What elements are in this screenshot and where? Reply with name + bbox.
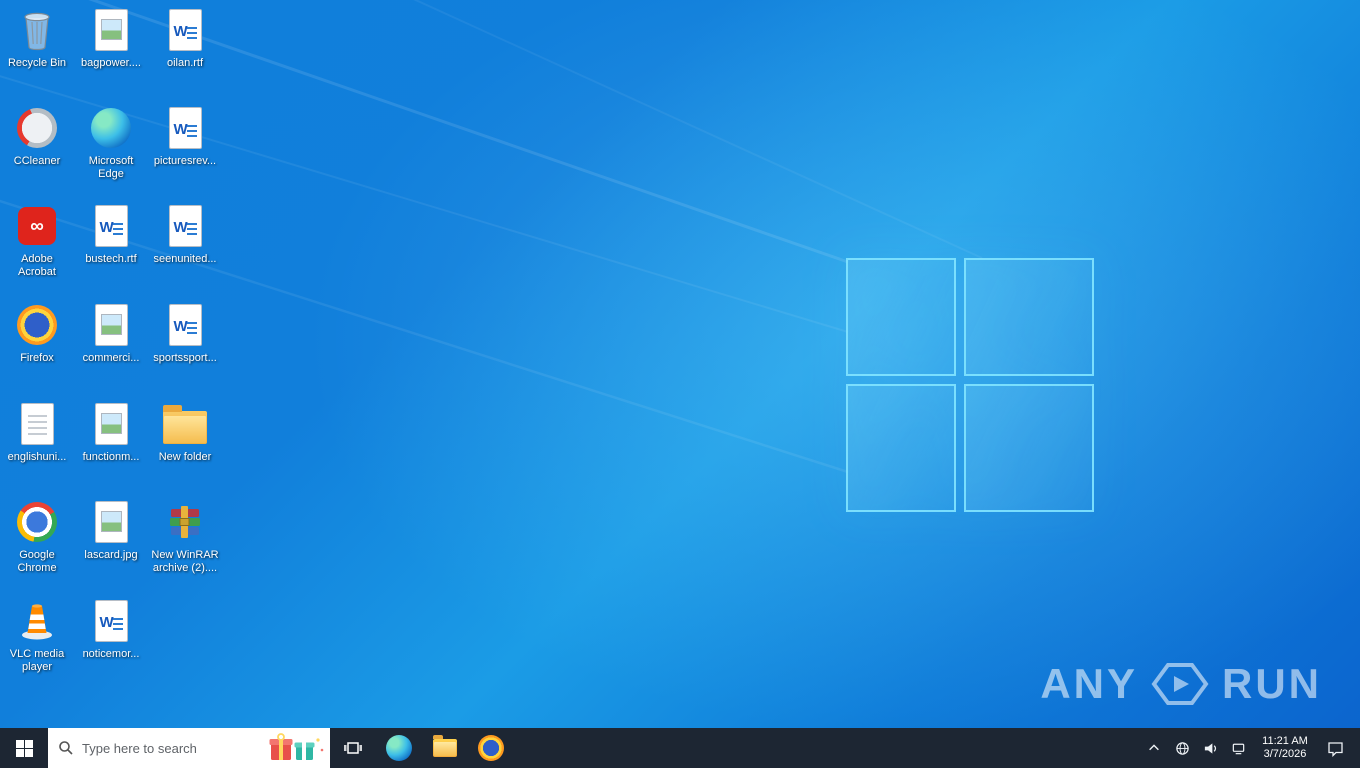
image-file-icon <box>94 400 128 448</box>
volume-icon[interactable] <box>1198 728 1222 768</box>
desktop-icon-acrobat[interactable]: Adobe Acrobat <box>1 202 73 279</box>
desktop-icon-winrar-archive[interactable]: New WinRAR archive (2).... <box>149 498 221 575</box>
image-file-icon <box>94 301 128 349</box>
vlc-icon <box>17 597 57 645</box>
desktop-icon-recycle-bin[interactable]: Recycle Bin <box>1 6 73 70</box>
ccleaner-icon <box>17 104 57 152</box>
desktop-icon-label: picturesrev... <box>153 155 217 167</box>
desktop-icon-new-folder[interactable]: New folder <box>149 400 221 464</box>
file-explorer-icon <box>433 735 457 757</box>
start-button[interactable] <box>0 728 48 768</box>
edge-icon <box>386 735 412 761</box>
desktop-icon-englishuni[interactable]: englishuni... <box>1 400 73 464</box>
word-file-icon: W <box>168 301 202 349</box>
desktop-icon-label: lascard.jpg <box>84 549 138 561</box>
desktop-icon-label: englishuni... <box>7 451 67 463</box>
desktop-icon-edge[interactable]: Microsoft Edge <box>75 104 147 181</box>
windows-logo-pane <box>846 384 956 512</box>
desktop-icon-seenunited[interactable]: W seenunited... <box>149 202 221 266</box>
desktop-icon-label: Google Chrome <box>17 549 57 574</box>
anyrun-watermark: ANY RUN <box>1040 660 1322 708</box>
system-tray: 11:21 AM 3/7/2026 <box>1142 728 1360 768</box>
desktop-icon-bustech[interactable]: W bustech.rtf <box>75 202 147 266</box>
desktop-icon-label: Firefox <box>20 352 54 364</box>
windows-logo-pane <box>964 258 1094 376</box>
desktop-icon-oilan[interactable]: W oilan.rtf <box>149 6 221 70</box>
desktop-wallpaper[interactable]: Recycle Bin bagpower.... W oilan.rtf CCl… <box>0 0 1360 768</box>
word-file-icon: W <box>168 6 202 54</box>
desktop-icon-label: commerci... <box>82 352 140 364</box>
search-icon <box>59 741 73 755</box>
taskbar-firefox-button[interactable] <box>468 728 514 768</box>
anyrun-play-logo-icon <box>1151 663 1209 705</box>
desktop-icon-noticemor[interactable]: W noticemor... <box>75 597 147 661</box>
windows-start-icon <box>15 739 33 757</box>
desktop-icon-chrome[interactable]: Google Chrome <box>1 498 73 575</box>
taskbar-clock[interactable]: 11:21 AM 3/7/2026 <box>1254 735 1316 761</box>
acrobat-icon <box>18 202 56 250</box>
desktop-icon-label: bustech.rtf <box>85 253 137 265</box>
desktop-icon-commerci[interactable]: commerci... <box>75 301 147 365</box>
firefox-icon <box>17 301 57 349</box>
desktop-icon-firefox[interactable]: Firefox <box>1 301 73 365</box>
windows-logo-pane <box>846 258 956 376</box>
desktop-icon-label: Recycle Bin <box>7 57 67 69</box>
chrome-icon <box>17 498 57 546</box>
hidden-icons-chevron[interactable] <box>1142 728 1166 768</box>
desktop-icon-label: CCleaner <box>13 155 61 167</box>
desktop-icon-label: functionm... <box>82 451 140 463</box>
word-file-icon: W <box>168 202 202 250</box>
desktop-icon-label: VLC media player <box>9 648 65 673</box>
taskbar-file-explorer-button[interactable] <box>422 728 468 768</box>
image-file-icon <box>94 498 128 546</box>
folder-icon <box>163 400 207 448</box>
desktop-icon-label: seenunited... <box>153 253 217 265</box>
desktop-icon-label: oilan.rtf <box>166 57 204 69</box>
task-view-icon <box>344 742 362 754</box>
image-file-icon <box>94 6 128 54</box>
task-view-button[interactable] <box>330 728 376 768</box>
desktop-icon-label: New WinRAR archive (2).... <box>151 549 219 574</box>
taskbar-edge-button[interactable] <box>376 728 422 768</box>
desktop-icon-label: New folder <box>158 451 212 463</box>
taskbar-search[interactable] <box>48 728 330 768</box>
recycle-bin-icon <box>20 6 54 54</box>
word-file-icon: W <box>168 104 202 152</box>
desktop-icon-ccleaner[interactable]: CCleaner <box>1 104 73 168</box>
desktop-icon-label: Microsoft Edge <box>88 155 134 180</box>
firefox-icon <box>478 735 504 761</box>
edge-icon <box>91 104 131 152</box>
anyrun-watermark-left: ANY <box>1040 660 1138 707</box>
globe-icon[interactable] <box>1170 728 1194 768</box>
desktop-icon-label: Adobe Acrobat <box>18 253 56 278</box>
clock-time: 11:21 AM <box>1262 735 1308 747</box>
search-highlights-gifts-icon[interactable] <box>268 731 330 765</box>
action-center-icon[interactable] <box>1320 728 1350 768</box>
network-icon[interactable] <box>1226 728 1250 768</box>
desktop-icon-vlc[interactable]: VLC media player <box>1 597 73 674</box>
clock-date: 3/7/2026 <box>1263 748 1307 760</box>
desktop-icon-label: sportssport... <box>153 352 217 364</box>
windows-logo <box>846 258 1094 512</box>
desktop-icon-picturesrev[interactable]: W picturesrev... <box>149 104 221 168</box>
desktop-icon-functionm[interactable]: functionm... <box>75 400 147 464</box>
word-file-icon: W <box>94 597 128 645</box>
taskbar: 11:21 AM 3/7/2026 <box>0 728 1360 768</box>
generic-file-icon <box>20 400 54 448</box>
desktop-icon-sportssport[interactable]: W sportssport... <box>149 301 221 365</box>
desktop-icon-bagpower[interactable]: bagpower.... <box>75 6 147 70</box>
winrar-icon <box>165 498 205 546</box>
desktop-icon-lascard[interactable]: lascard.jpg <box>75 498 147 562</box>
desktop-icon-label: bagpower.... <box>81 57 141 69</box>
search-input[interactable] <box>74 740 268 756</box>
windows-logo-pane <box>964 384 1094 512</box>
word-file-icon: W <box>94 202 128 250</box>
desktop-icon-label: noticemor... <box>82 648 140 660</box>
anyrun-watermark-right: RUN <box>1222 660 1322 707</box>
